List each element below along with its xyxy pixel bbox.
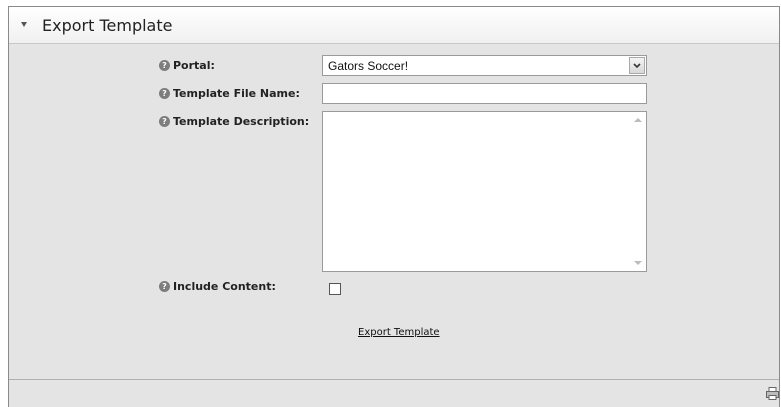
portal-label: Portal: <box>173 59 215 72</box>
template-file-name-label-row: ? Template File Name: <box>159 87 300 100</box>
help-icon[interactable]: ? <box>159 88 170 99</box>
footer-divider <box>9 379 779 380</box>
scroll-up-arrow-icon[interactable] <box>634 118 642 122</box>
export-template-panel: Export Template ? Portal: Gators Soccer!… <box>8 6 780 407</box>
template-description-label: Template Description: <box>173 115 310 128</box>
portal-label-row: ? Portal: <box>159 59 215 72</box>
help-icon[interactable]: ? <box>159 60 170 71</box>
include-content-checkbox[interactable] <box>329 283 341 295</box>
template-description-textarea[interactable] <box>322 111 647 272</box>
section-header[interactable]: Export Template <box>9 7 779 44</box>
portal-select[interactable]: Gators Soccer! <box>322 55 647 76</box>
export-template-link[interactable]: Export Template <box>358 327 440 338</box>
include-content-label: Include Content: <box>173 280 276 293</box>
help-icon[interactable]: ? <box>159 281 170 292</box>
section-title: Export Template <box>42 16 173 35</box>
portal-selected-value: Gators Soccer! <box>328 59 409 73</box>
include-content-label-row: ? Include Content: <box>159 280 276 293</box>
scroll-down-arrow-icon[interactable] <box>634 261 642 265</box>
template-file-name-input[interactable] <box>322 83 647 104</box>
dropdown-button[interactable] <box>629 57 645 74</box>
chevron-down-icon <box>633 63 641 69</box>
print-icon[interactable] <box>766 387 779 400</box>
template-description-label-row: ? Template Description: <box>159 115 309 128</box>
template-file-name-label: Template File Name: <box>173 87 300 100</box>
collapse-arrow-icon[interactable] <box>21 22 27 27</box>
textarea-scrollbar[interactable] <box>630 112 646 271</box>
help-icon[interactable]: ? <box>159 116 170 127</box>
